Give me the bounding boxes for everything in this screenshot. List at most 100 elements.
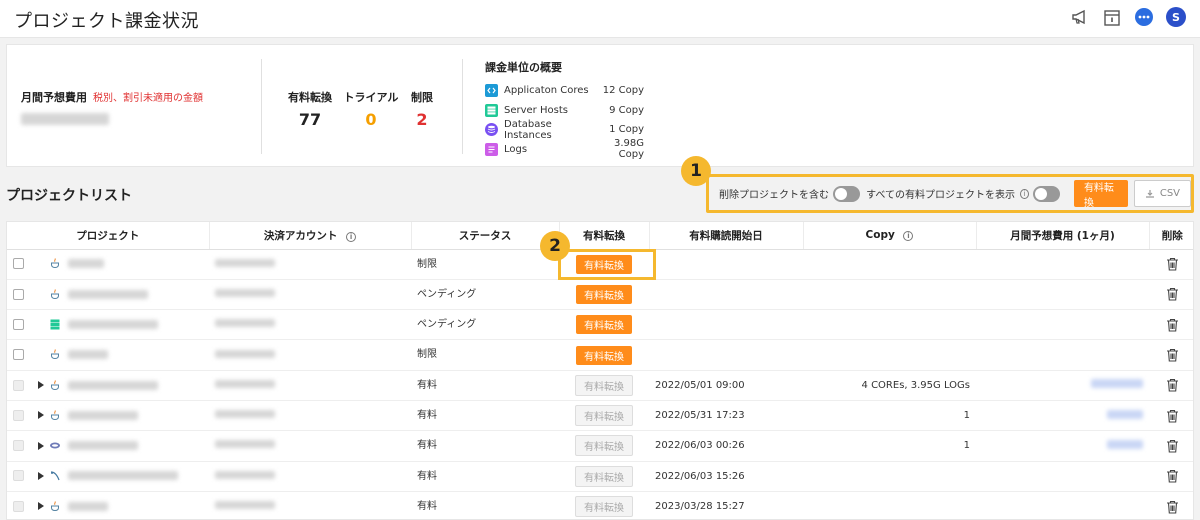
status-cell: 有料	[411, 491, 559, 519]
status-cell: 有料	[411, 400, 559, 432]
table-row[interactable]: 制限 有料転換	[7, 339, 1193, 371]
chat-icon[interactable]	[1134, 7, 1154, 27]
csv-download-button[interactable]: CSV	[1133, 180, 1192, 207]
status-cell: ペンディング	[411, 279, 559, 311]
trash-icon[interactable]	[1166, 257, 1179, 271]
page-header: プロジェクト課金状況 S	[0, 0, 1200, 38]
trash-icon[interactable]	[1166, 500, 1179, 514]
row-checkbox	[13, 379, 24, 391]
trash-icon[interactable]	[1166, 287, 1179, 301]
column-header[interactable]: 削除	[1149, 222, 1193, 250]
info-icon[interactable]: i	[903, 231, 914, 242]
table-row[interactable]: ペンディング 有料転換	[7, 279, 1193, 311]
delete-cell[interactable]	[1149, 461, 1193, 492]
monthly-cost-cell	[976, 430, 1149, 462]
info-icon[interactable]: i	[1020, 188, 1029, 199]
log-icon	[485, 142, 498, 156]
delete-cell[interactable]	[1149, 279, 1193, 311]
header-icons: S	[1070, 7, 1186, 27]
table-row[interactable]: 有料 有料転換 2022/06/03 00:26 1	[7, 430, 1193, 462]
trash-icon[interactable]	[1166, 378, 1179, 392]
project-name-redacted[interactable]	[68, 410, 138, 420]
project-name-redacted[interactable]	[68, 350, 108, 360]
project-name-redacted[interactable]	[68, 259, 104, 269]
delete-cell[interactable]	[1149, 370, 1193, 401]
avatar[interactable]: S	[1166, 7, 1186, 27]
table-row[interactable]: 有料 有料転換 2023/03/28 15:27	[7, 491, 1193, 519]
monthly-cost-cell	[976, 279, 1149, 311]
delete-cell[interactable]	[1149, 400, 1193, 432]
monthly-cost-block: 月間予想費用 税別、割引未適用の金額	[21, 89, 203, 128]
delete-cell[interactable]	[1149, 249, 1193, 280]
payment-account-redacted	[215, 440, 275, 449]
calendar-icon[interactable]	[1102, 7, 1122, 27]
show-paid-toggle[interactable]	[1032, 185, 1060, 202]
megaphone-icon[interactable]	[1070, 7, 1090, 27]
java-icon	[44, 258, 60, 270]
java-icon	[44, 288, 60, 300]
row-checkbox[interactable]	[13, 258, 24, 270]
page-title: プロジェクト課金状況	[14, 11, 199, 32]
table-row[interactable]: 有料 有料転換 2022/06/03 15:26	[7, 461, 1193, 492]
project-name-redacted[interactable]	[68, 289, 148, 299]
column-header[interactable]: Copy i	[803, 222, 977, 250]
delete-cell[interactable]	[1149, 491, 1193, 519]
trash-icon[interactable]	[1166, 318, 1179, 332]
copy-count	[803, 249, 976, 280]
subscription-start-date: 2022/06/03 15:26	[649, 461, 803, 492]
subscription-start-date: 2022/05/31 17:23	[649, 400, 803, 432]
delete-cell[interactable]	[1149, 309, 1193, 341]
table-row[interactable]: 有料 有料転換 2022/05/31 17:23 1	[7, 400, 1193, 432]
column-header[interactable]: ステータス	[411, 222, 560, 250]
subscription-start-date	[649, 339, 803, 371]
server-icon	[485, 103, 498, 117]
row-checkbox	[13, 440, 24, 452]
subscription-start-date	[649, 249, 803, 280]
column-header[interactable]: 有料購読開始日	[649, 222, 804, 250]
column-header[interactable]: 有料転換	[559, 222, 650, 250]
row-checkbox[interactable]	[13, 288, 24, 300]
callout-highlight-2	[558, 249, 656, 280]
column-header[interactable]: 決済アカウント i	[209, 222, 412, 250]
row-checkbox[interactable]	[13, 318, 24, 330]
row-checkbox[interactable]	[13, 349, 24, 361]
info-icon[interactable]: i	[346, 231, 357, 242]
row-convert-button[interactable]: 有料転換	[576, 315, 632, 335]
database-icon	[485, 123, 498, 137]
project-name-redacted[interactable]	[68, 319, 158, 329]
project-name-redacted[interactable]	[68, 471, 178, 481]
payment-account-redacted	[215, 410, 275, 419]
column-header[interactable]: プロジェクト	[7, 222, 210, 250]
table-row[interactable]: ペンディング 有料転換	[7, 309, 1193, 341]
copy-count: 4 COREs, 3.95G LOGs	[803, 370, 976, 401]
delete-cell[interactable]	[1149, 339, 1193, 371]
project-name-redacted[interactable]	[68, 380, 158, 390]
java-icon	[44, 410, 60, 421]
trash-icon[interactable]	[1166, 409, 1179, 423]
monthly-cost-cell	[976, 461, 1149, 492]
project-list-toolbar: 削除プロジェクトを含む すべての有料プロジェクトを表示 i 有料転換 CSV	[706, 174, 1194, 213]
trash-icon[interactable]	[1166, 439, 1179, 453]
monthly-cost-cell	[976, 249, 1149, 280]
include-deleted-toggle[interactable]	[833, 185, 861, 202]
trash-icon[interactable]	[1166, 348, 1179, 362]
convert-to-paid-button[interactable]: 有料転換	[1073, 180, 1128, 209]
row-convert-button[interactable]: 有料転換	[576, 284, 632, 304]
table-header-row: プロジェクト 決済アカウント i ステータス 有料転換 有料購読開始日 Copy…	[7, 222, 1193, 250]
payment-account-redacted	[215, 379, 275, 388]
subscription-start-date: 2023/03/28 15:27	[649, 491, 803, 519]
subscription-start-date: 2022/05/01 09:00	[649, 370, 803, 401]
table-row[interactable]: 有料 有料転換 2022/05/01 09:00 4 COREs, 3.95G LOG…	[7, 370, 1193, 401]
project-name-redacted[interactable]	[68, 441, 138, 451]
row-convert-button: 有料転換	[575, 496, 633, 518]
column-header[interactable]: 月間予想費用 (1ヶ月)	[976, 222, 1150, 250]
billing-units-title: 課金単位の概要	[485, 61, 562, 74]
trash-icon[interactable]	[1166, 469, 1179, 483]
java-icon	[44, 500, 60, 512]
payment-account-redacted	[215, 319, 275, 328]
row-checkbox	[13, 409, 24, 421]
row-convert-button[interactable]: 有料転換	[576, 345, 632, 365]
delete-cell[interactable]	[1149, 430, 1193, 462]
project-name-redacted[interactable]	[68, 501, 108, 511]
billing-unit-row: Database Instances 1 Copy	[485, 119, 644, 141]
